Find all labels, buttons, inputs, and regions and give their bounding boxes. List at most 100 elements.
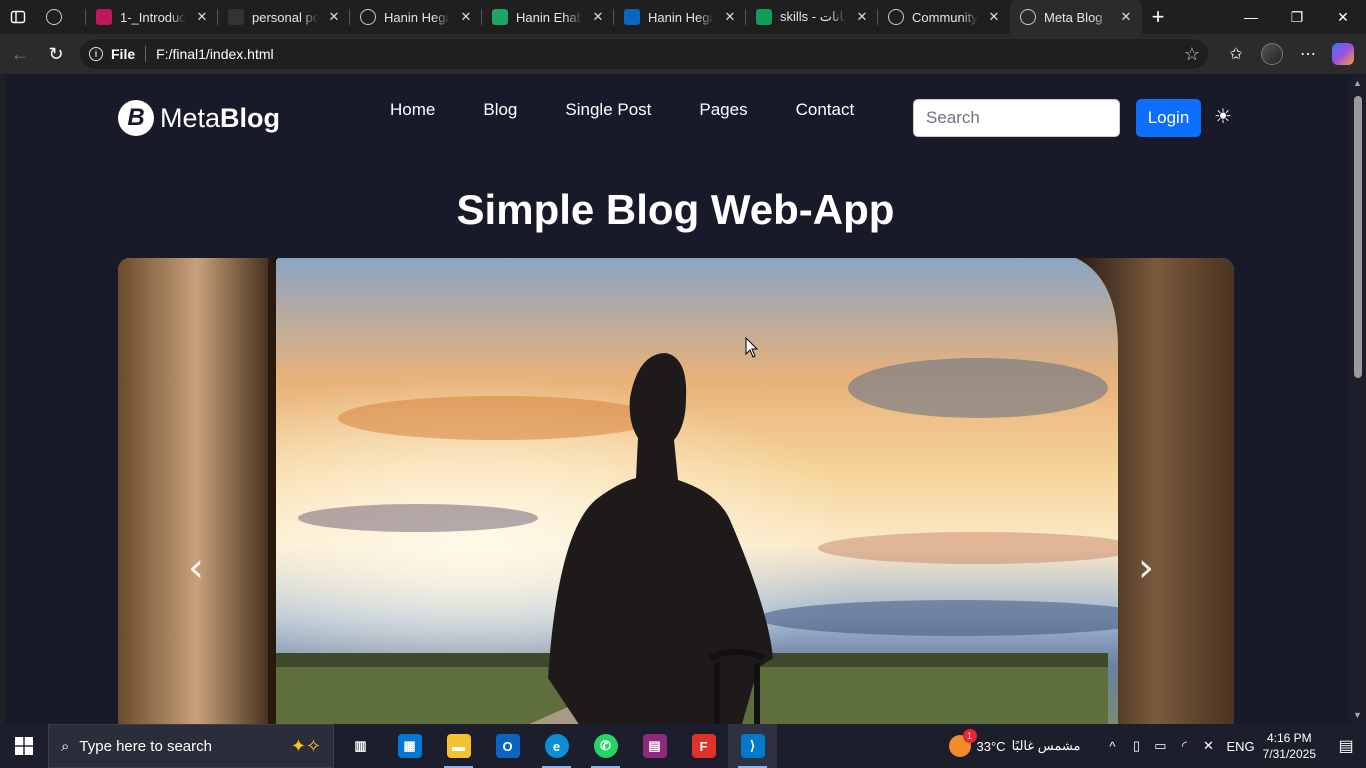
file-explorer-taskbar-button[interactable]: ▬ [434, 724, 483, 768]
taskbar-search-box[interactable]: ⌕ Type here to search ✦✧ [48, 724, 334, 768]
notification-icon[interactable]: ▤ [1326, 736, 1366, 756]
page-scrollbar[interactable]: ▲ ▼ [1350, 74, 1366, 724]
weather-temp: 33°C [976, 738, 1006, 754]
browser-tab[interactable]: 1-_Introductio ✕ [86, 0, 218, 34]
hero-title: Simple Blog Web-App [456, 186, 895, 233]
carousel-next-button[interactable]: › [1138, 548, 1154, 588]
browser-toolbar: ← ↻ i File F:/final1/index.html ☆ ✩ ⋯ [0, 34, 1366, 74]
weather-widget[interactable]: 1 33°C مشمس غالبًا [948, 729, 1081, 757]
favorites-icon[interactable]: ✩ [1218, 44, 1254, 64]
site-logo[interactable]: B MetaBlog [118, 100, 280, 136]
winrar-taskbar-button[interactable]: ▤ [630, 724, 679, 768]
restore-button[interactable]: ❐ [1274, 0, 1320, 34]
new-tab-button[interactable]: + [1142, 0, 1174, 34]
battery-icon[interactable]: ▯ [1124, 738, 1148, 754]
nav-link-contact[interactable]: Contact [796, 100, 855, 120]
minimize-button[interactable]: — [1228, 0, 1274, 34]
search-icon: ⌕ [61, 737, 70, 755]
site-search-input[interactable] [913, 99, 1120, 137]
tab-title: skills - بيانات [780, 9, 846, 24]
nav-link-home[interactable]: Home [390, 100, 435, 120]
tab-close-icon[interactable]: ✕ [986, 9, 1002, 25]
tab-close-icon[interactable]: ✕ [590, 9, 606, 25]
microsoft-store-icon: ▦ [397, 734, 422, 758]
theme-toggle-sun-icon[interactable]: ☀ [1214, 104, 1232, 129]
system-tray: 1 33°C مشمس غالبًا ^ ▯ ▭ ◜ ✕ ENG 4:16 PM… [948, 724, 1366, 768]
carousel-prev-button[interactable]: ‹ [188, 548, 204, 588]
clock[interactable]: 4:16 PM 7/31/2025 [1263, 730, 1316, 762]
dark-app-icon [228, 9, 244, 25]
more-menu-icon[interactable]: ⋯ [1290, 44, 1326, 64]
whatsapp-icon: ✆ [593, 734, 618, 758]
copilot-icon[interactable] [1332, 43, 1354, 65]
scrollbar-thumb[interactable] [1354, 96, 1362, 378]
nav-link-blog[interactable]: Blog [483, 100, 517, 120]
tab-actions-icon[interactable] [0, 0, 36, 34]
globe-icon [46, 9, 62, 25]
outlook-taskbar-button[interactable]: O [483, 724, 532, 768]
nav-link-pages[interactable]: Pages [699, 100, 747, 120]
figma-taskbar-button[interactable]: F [679, 724, 728, 768]
edge-taskbar-button[interactable]: e [532, 724, 581, 768]
browser-tab[interactable] [36, 0, 86, 34]
start-button[interactable] [0, 724, 48, 768]
show-hidden-icons-icon[interactable]: ^ [1100, 739, 1124, 754]
vscode-taskbar-button[interactable]: ⟩ [728, 724, 777, 768]
address-scheme: File [111, 46, 136, 62]
network-icon[interactable]: ▭ [1148, 738, 1172, 754]
browser-tab[interactable]: Meta Blog ✕ [1010, 0, 1142, 34]
browser-tab[interactable]: personal port ✕ [218, 0, 350, 34]
browser-tab[interactable]: skills - بيانات ✕ [746, 0, 878, 34]
back-button[interactable]: ← [2, 38, 38, 70]
close-window-button[interactable]: ✕ [1320, 0, 1366, 34]
logo-text: MetaBlog [160, 103, 280, 134]
login-button[interactable]: Login [1136, 99, 1201, 137]
browser-tab[interactable]: Hanin Hegazy ✕ [614, 0, 746, 34]
whatsapp-taskbar-button[interactable]: ✆ [581, 724, 630, 768]
tab-close-icon[interactable]: ✕ [722, 9, 738, 25]
edge-icon: e [544, 734, 569, 758]
clock-time: 4:16 PM [1266, 731, 1312, 745]
logo-text-bold: Blog [220, 102, 281, 133]
taskbar-apps: ▥ ▦ ▬ Oe ✆ ▤ F ⟩ [336, 724, 777, 768]
scroll-down-icon[interactable]: ▼ [1353, 710, 1362, 720]
browser-tab-strip: 1-_Introductio✕personal port✕ Hanin Hegaz… [0, 0, 1366, 34]
scroll-up-icon[interactable]: ▲ [1353, 78, 1362, 88]
tab-title: Community M [912, 9, 978, 25]
copilot-sparkle-icon: ✦✧ [290, 735, 321, 756]
weather-desc: مشمس غالبًا [1011, 738, 1081, 753]
google-drive-icon [492, 9, 508, 25]
vscode-icon: ⟩ [740, 734, 765, 758]
address-divider [145, 46, 147, 62]
tab-close-icon[interactable]: ✕ [194, 9, 210, 25]
nav-link-single-post[interactable]: Single Post [565, 100, 651, 120]
microsoft-store-taskbar-button[interactable]: ▦ [385, 724, 434, 768]
tab-title: Hanin Hegazy [648, 9, 714, 25]
tab-close-icon[interactable]: ✕ [458, 9, 474, 25]
info-icon[interactable]: i [89, 47, 103, 61]
favorite-star-icon[interactable]: ☆ [1184, 44, 1200, 65]
address-bar[interactable]: i File F:/final1/index.html ☆ [80, 39, 1208, 69]
wifi-icon[interactable]: ◜ [1172, 738, 1196, 754]
refresh-button[interactable]: ↻ [38, 38, 74, 70]
language-indicator[interactable]: ENG [1226, 739, 1254, 754]
browser-tab[interactable]: Hanin Ehab H ✕ [482, 0, 614, 34]
pdf-icon [96, 9, 112, 25]
main-menu: Home Blog Single Post Pages Contact [390, 100, 902, 120]
browser-tab[interactable]: Community M ✕ [878, 0, 1010, 34]
site-navbar: B MetaBlog Home Blog Single Post Pages Conta… [5, 74, 1350, 162]
tab-close-icon[interactable]: ✕ [326, 9, 342, 25]
hero-carousel: ‹ › [118, 258, 1234, 724]
weather-icon: 1 [948, 729, 977, 757]
weather-badge: 1 [962, 729, 977, 743]
browser-tab[interactable]: Hanin Hegazy ✕ [350, 0, 482, 34]
volume-muted-icon[interactable]: ✕ [1196, 738, 1220, 754]
address-url[interactable]: F:/final1/index.html [156, 46, 274, 62]
logo-mark: B [118, 100, 154, 136]
tab-close-icon[interactable]: ✕ [854, 9, 870, 25]
window-controls: — ❐ ✕ [1228, 0, 1366, 34]
task-view-taskbar-button[interactable]: ▥ [336, 724, 385, 768]
figma-icon: F [691, 734, 716, 758]
tab-close-icon[interactable]: ✕ [1118, 9, 1134, 25]
profile-avatar[interactable] [1261, 43, 1283, 65]
